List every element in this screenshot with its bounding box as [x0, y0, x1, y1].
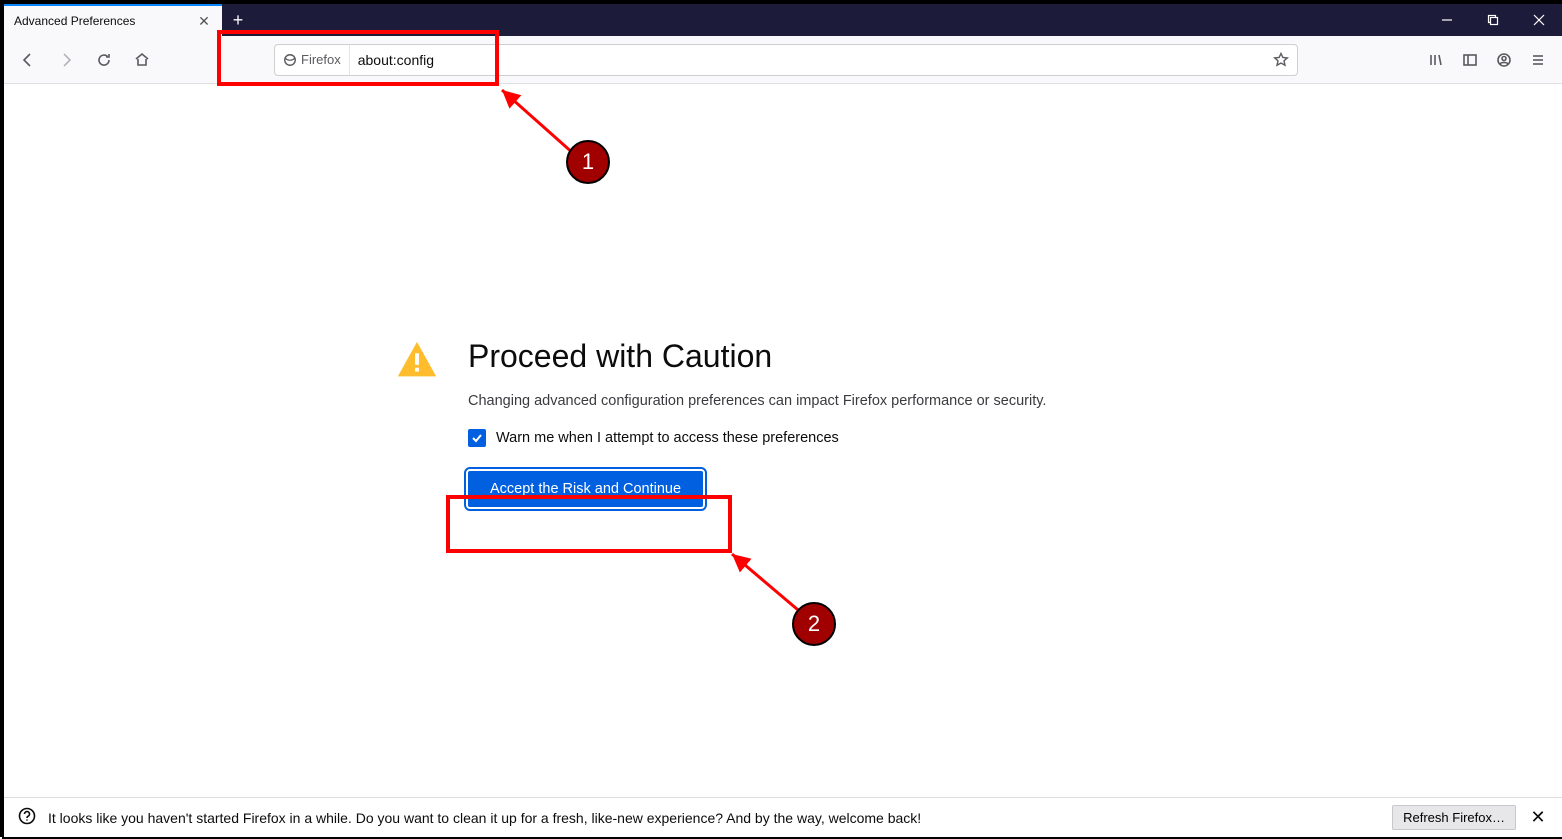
toolbar-right-icons [1420, 44, 1554, 76]
caution-description: Changing advanced configuration preferen… [468, 393, 1046, 409]
tab-title: Advanced Preferences [14, 14, 196, 28]
caution-panel: Proceed with Caution Changing advanced c… [394, 338, 1094, 507]
url-input[interactable] [350, 52, 1265, 68]
bookmark-star-icon[interactable] [1265, 52, 1297, 68]
window-maximize-button[interactable] [1470, 4, 1516, 36]
annotation-arrow-1 [494, 84, 604, 174]
sidebar-icon[interactable] [1454, 44, 1486, 76]
warn-checkbox-label: Warn me when I attempt to access these p… [496, 430, 839, 446]
firefox-icon [283, 53, 297, 67]
warn-checkbox[interactable] [468, 429, 486, 447]
browser-tab[interactable]: Advanced Preferences ✕ [4, 4, 222, 36]
notification-close-icon[interactable]: ✕ [1528, 807, 1548, 828]
help-icon [18, 807, 36, 828]
nav-reload-button[interactable] [88, 44, 120, 76]
annotation-arrow-2 [724, 550, 824, 630]
annotation-callout-1: 1 [566, 140, 610, 184]
refresh-firefox-button[interactable]: Refresh Firefox… [1392, 805, 1516, 830]
url-identity-label: Firefox [301, 52, 341, 67]
window-controls [1424, 4, 1562, 36]
nav-home-button[interactable] [126, 44, 158, 76]
library-icon[interactable] [1420, 44, 1452, 76]
app-menu-icon[interactable] [1522, 44, 1554, 76]
annotation-callout-2: 2 [792, 602, 836, 646]
warning-icon [394, 338, 440, 389]
nav-forward-button[interactable] [50, 44, 82, 76]
page-content: Proceed with Caution Changing advanced c… [4, 84, 1562, 797]
tab-strip: Advanced Preferences ✕ + [4, 4, 1562, 36]
tab-close-icon[interactable]: ✕ [196, 13, 212, 30]
account-icon[interactable] [1488, 44, 1520, 76]
accept-risk-button[interactable]: Accept the Risk and Continue [468, 471, 703, 507]
check-icon [471, 432, 483, 444]
window-minimize-button[interactable] [1424, 4, 1470, 36]
caution-heading: Proceed with Caution [468, 338, 1046, 375]
notification-message: It looks like you haven't started Firefo… [48, 810, 1380, 826]
warn-checkbox-row: Warn me when I attempt to access these p… [468, 429, 1046, 447]
nav-toolbar: Firefox [4, 36, 1562, 84]
url-identity-box[interactable]: Firefox [275, 45, 350, 75]
address-bar[interactable]: Firefox [274, 44, 1298, 76]
new-tab-button[interactable]: + [222, 4, 254, 36]
window-close-button[interactable] [1516, 4, 1562, 36]
nav-back-button[interactable] [12, 44, 44, 76]
notification-bar: It looks like you haven't started Firefo… [4, 797, 1562, 837]
